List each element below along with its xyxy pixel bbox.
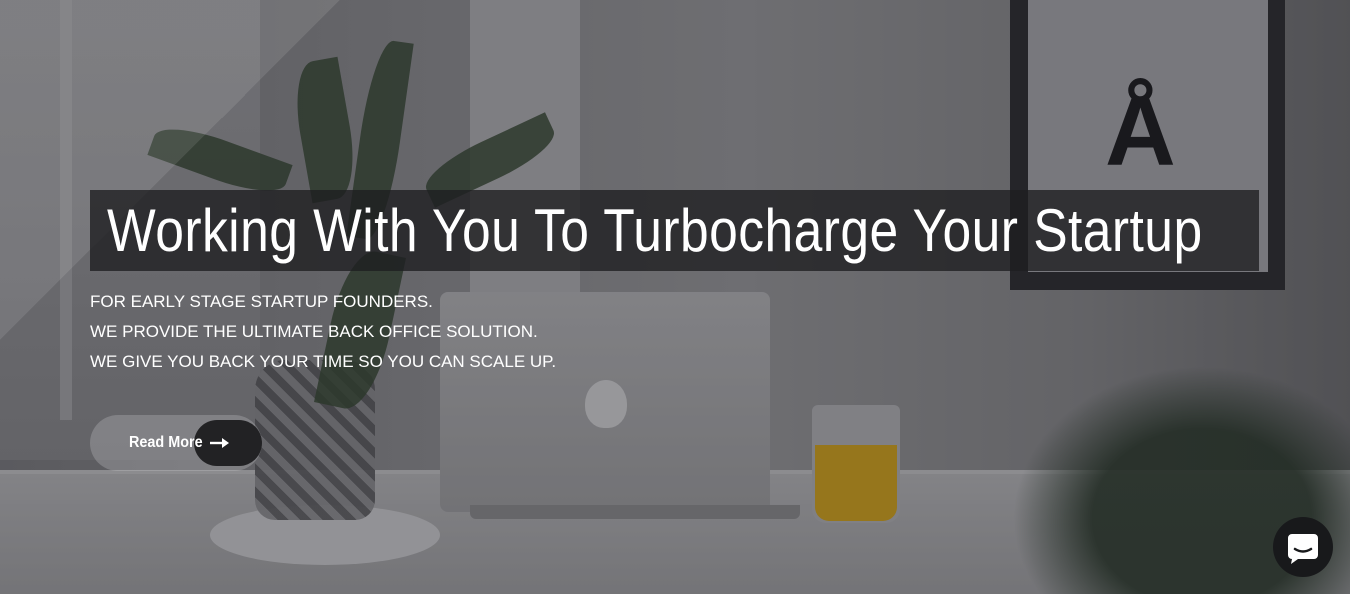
chat-bubble-icon [1288,534,1318,564]
arrow-right-icon [210,438,229,448]
hero-subtext-line: FOR EARLY STAGE STARTUP FOUNDERS. [90,292,433,311]
chat-widget-button[interactable] [1273,517,1333,577]
read-more-button[interactable]: Read More [90,415,262,471]
headline-box: Working With You To Turbocharge Your Sta… [90,190,1259,271]
hero-subtext-line: WE GIVE YOU BACK YOUR TIME SO YOU CAN SC… [90,352,557,371]
hero-title: Working With You To Turbocharge Your Sta… [107,197,1203,264]
hero-subtext: FOR EARLY STAGE STARTUP FOUNDERS. WE PRO… [90,287,556,377]
read-more-label: Read More [129,434,203,451]
hero-section: Å Working With You To Turbocharge Your S… [0,0,1350,594]
hero-subtext-line: WE PROVIDE THE ULTIMATE BACK OFFICE SOLU… [90,322,538,341]
